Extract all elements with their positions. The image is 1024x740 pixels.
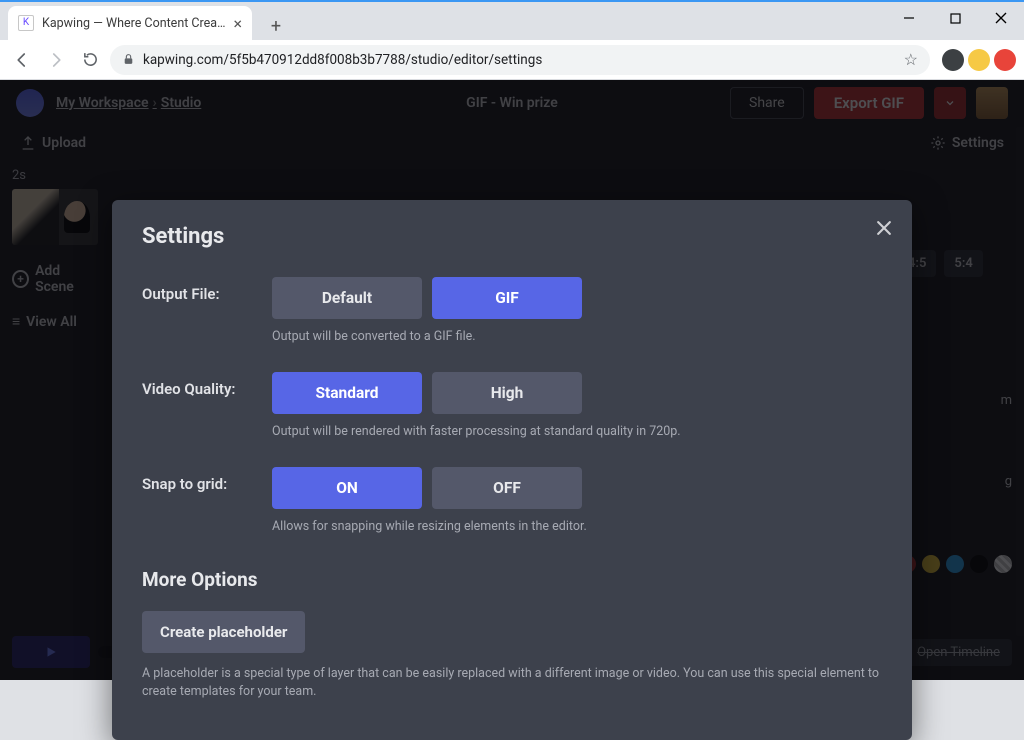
more-options-heading: More Options <box>142 568 882 591</box>
extensions-icon[interactable] <box>942 49 964 71</box>
favicon-icon: K <box>18 15 34 31</box>
output-option-gif[interactable]: GIF <box>432 277 582 319</box>
extension-icon[interactable] <box>994 49 1016 71</box>
placeholder-hint: A placeholder is a special type of layer… <box>142 665 882 700</box>
browser-tab[interactable]: K Kapwing — Where Content Crea… × <box>8 6 252 40</box>
output-file-label: Output File: <box>142 277 272 303</box>
close-modal-button[interactable] <box>874 218 894 238</box>
nav-back-button[interactable] <box>8 46 36 74</box>
quality-hint: Output will be rendered with faster proc… <box>272 424 882 439</box>
output-option-default[interactable]: Default <box>272 277 422 319</box>
snap-to-grid-label: Snap to grid: <box>142 467 272 493</box>
snap-option-off[interactable]: OFF <box>432 467 582 509</box>
bookmark-star-icon[interactable]: ☆ <box>904 50 918 69</box>
window-minimize-button[interactable] <box>886 2 932 34</box>
url-text: kapwing.com/5f5b470912dd8f008b3b7788/stu… <box>143 52 542 68</box>
video-quality-label: Video Quality: <box>142 372 272 398</box>
snap-hint: Allows for snapping while resizing eleme… <box>272 519 882 534</box>
quality-option-high[interactable]: High <box>432 372 582 414</box>
window-close-button[interactable] <box>978 2 1024 34</box>
extension-icon[interactable] <box>968 49 990 71</box>
create-placeholder-button[interactable]: Create placeholder <box>142 611 305 653</box>
lock-icon <box>122 53 135 66</box>
output-hint: Output will be converted to a GIF file. <box>272 329 882 344</box>
close-tab-icon[interactable]: × <box>233 14 242 33</box>
nav-reload-button[interactable] <box>76 46 104 74</box>
url-bar[interactable]: kapwing.com/5f5b470912dd8f008b3b7788/stu… <box>110 45 930 75</box>
new-tab-button[interactable]: + <box>262 12 290 40</box>
settings-modal: Settings Output File: Default GIF Output… <box>112 200 912 740</box>
snap-option-on[interactable]: ON <box>272 467 422 509</box>
window-maximize-button[interactable] <box>932 2 978 34</box>
tab-title: Kapwing — Where Content Crea… <box>42 16 225 31</box>
quality-option-standard[interactable]: Standard <box>272 372 422 414</box>
modal-title: Settings <box>142 224 882 249</box>
nav-forward-button[interactable] <box>42 46 70 74</box>
